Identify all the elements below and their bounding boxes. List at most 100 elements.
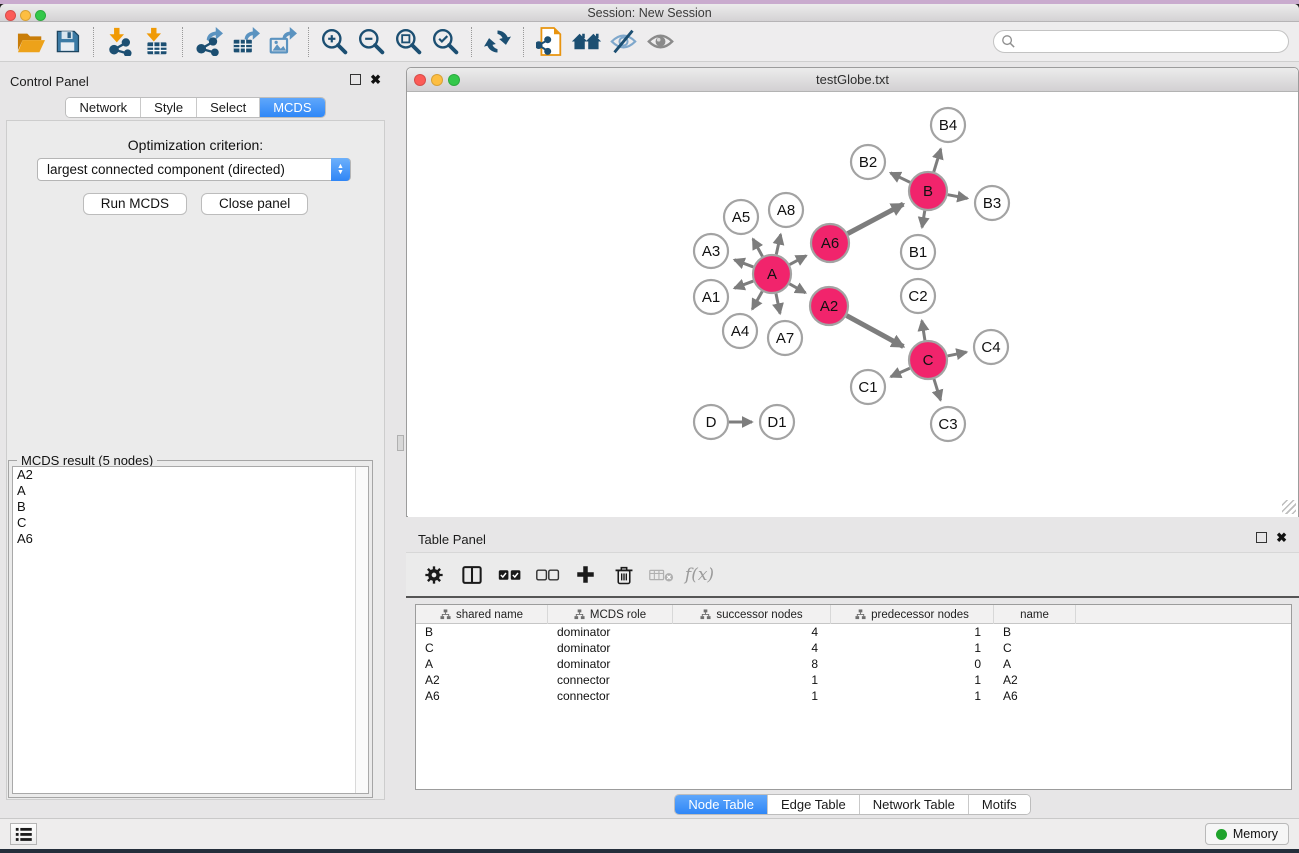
- task-history-button[interactable]: [10, 823, 37, 845]
- tab-mcds[interactable]: MCDS: [260, 98, 324, 117]
- network-window-titlebar[interactable]: testGlobe.txt: [407, 68, 1298, 92]
- add-column-button[interactable]: [572, 561, 599, 588]
- home-layout-button[interactable]: [568, 25, 605, 59]
- open-file-button[interactable]: [12, 25, 49, 59]
- zoom-fit-button[interactable]: [390, 25, 427, 59]
- edge-B-B1[interactable]: [922, 211, 925, 228]
- close-panel-button[interactable]: Close panel: [201, 193, 308, 215]
- search-input[interactable]: [993, 30, 1289, 53]
- mcds-result-item[interactable]: A: [13, 483, 368, 499]
- edge-A-A3[interactable]: [734, 260, 753, 267]
- column-header-label: name: [1020, 609, 1049, 621]
- mcds-result-item[interactable]: A2: [13, 467, 368, 483]
- edge-A-A7[interactable]: [776, 294, 780, 314]
- refresh-layout-button[interactable]: [479, 25, 516, 59]
- close-network-button[interactable]: [414, 74, 426, 86]
- edge-B-B3[interactable]: [948, 195, 968, 199]
- edge-C-C3[interactable]: [934, 379, 941, 400]
- minimize-network-button[interactable]: [431, 74, 443, 86]
- network-document-icon: [536, 27, 563, 56]
- tab-style[interactable]: Style: [141, 98, 197, 117]
- unselect-all-columns-button[interactable]: [534, 561, 561, 588]
- main-titlebar[interactable]: Session: New Session: [0, 4, 1299, 22]
- import-table-button[interactable]: [138, 25, 175, 59]
- window-resize-grip[interactable]: [1282, 500, 1296, 514]
- table-row[interactable]: Cdominator41C: [416, 640, 1291, 656]
- node-label-A6: A6: [821, 235, 839, 252]
- edge-A-A5[interactable]: [753, 239, 763, 256]
- apply-function-button[interactable]: f(x): [686, 561, 713, 588]
- float-panel-icon[interactable]: [350, 74, 361, 85]
- hide-selected-button[interactable]: [605, 25, 642, 59]
- edge-A-A6[interactable]: [790, 256, 807, 265]
- trash-icon: [614, 564, 634, 586]
- show-columns-button[interactable]: [458, 561, 485, 588]
- tab-select[interactable]: Select: [197, 98, 260, 117]
- table-row[interactable]: Adominator80A: [416, 656, 1291, 672]
- node-label-A: A: [767, 266, 777, 283]
- node-label-A8: A8: [777, 202, 795, 219]
- mcds-result-item[interactable]: A6: [13, 531, 368, 547]
- edge-B-B4[interactable]: [934, 149, 941, 172]
- optimization-criterion-select[interactable]: largest connected component (directed) ▲…: [37, 158, 351, 181]
- edge-A-A8[interactable]: [776, 234, 780, 254]
- tab-motifs[interactable]: Motifs: [969, 795, 1030, 814]
- panel-splitter-grip[interactable]: [397, 435, 404, 451]
- mcds-result-item[interactable]: B: [13, 499, 368, 515]
- column-header-label: successor nodes: [716, 609, 802, 621]
- edge-A-A1[interactable]: [734, 281, 753, 288]
- tab-edge-table[interactable]: Edge Table: [768, 795, 860, 814]
- edge-C-C2[interactable]: [922, 321, 925, 341]
- import-network-button[interactable]: [101, 25, 138, 59]
- network-document-button[interactable]: [531, 25, 568, 59]
- network-graph-canvas[interactable]: B4B2BB3A8A5A6A3B1AA1C2A2A4A7C4CC1C3DD1: [408, 93, 1298, 517]
- tab-network-table[interactable]: Network Table: [860, 795, 969, 814]
- column-header-shared-name[interactable]: shared name: [416, 605, 548, 624]
- zoom-in-button[interactable]: [316, 25, 353, 59]
- close-panel-icon[interactable]: ✖: [370, 74, 381, 85]
- cytoscape-main-window: Session: New Session: [0, 4, 1299, 845]
- zoom-network-button[interactable]: [448, 74, 460, 86]
- edge-B-B2[interactable]: [891, 173, 910, 182]
- column-header-mcds-role[interactable]: MCDS role: [548, 605, 673, 624]
- table-row[interactable]: A6connector11A6: [416, 688, 1291, 704]
- float-panel-icon[interactable]: [1256, 532, 1267, 543]
- run-mcds-button[interactable]: Run MCDS: [83, 193, 187, 215]
- mcds-result-item[interactable]: C: [13, 515, 368, 531]
- cell-shared-name: A6: [416, 688, 548, 704]
- zoom-selected-button[interactable]: [427, 25, 464, 59]
- select-all-columns-button[interactable]: [496, 561, 523, 588]
- tab-node-table[interactable]: Node Table: [675, 795, 768, 814]
- edge-A6-B[interactable]: [848, 204, 904, 234]
- edge-A2-C[interactable]: [847, 316, 904, 347]
- delete-columns-button[interactable]: [610, 561, 637, 588]
- edge-C-C4[interactable]: [948, 352, 967, 356]
- column-header-successor-nodes[interactable]: successor nodes: [673, 605, 831, 624]
- export-table-button[interactable]: [227, 25, 264, 59]
- table-row[interactable]: A2connector11A2: [416, 672, 1291, 688]
- tab-network[interactable]: Network: [66, 98, 141, 117]
- export-image-button[interactable]: [264, 25, 301, 59]
- column-header-predecessor-nodes[interactable]: predecessor nodes: [831, 605, 994, 624]
- zoom-window-button[interactable]: [35, 10, 46, 21]
- memory-button[interactable]: Memory: [1205, 823, 1289, 845]
- desktop: Session: New Session: [0, 0, 1299, 853]
- columns-icon: [461, 564, 483, 586]
- show-all-button[interactable]: [642, 25, 679, 59]
- edge-A-A4[interactable]: [752, 291, 762, 309]
- table-row[interactable]: Bdominator41B: [416, 624, 1291, 640]
- zoom-out-button[interactable]: [353, 25, 390, 59]
- close-panel-icon[interactable]: ✖: [1276, 532, 1287, 543]
- close-window-button[interactable]: [5, 10, 16, 21]
- delete-table-button[interactable]: [648, 561, 675, 588]
- minimize-window-button[interactable]: [20, 10, 31, 21]
- table-options-gear-button[interactable]: [420, 561, 447, 588]
- edge-C-C1[interactable]: [891, 368, 910, 377]
- node-label-A3: A3: [702, 243, 720, 260]
- save-session-button[interactable]: [49, 25, 86, 59]
- column-header-name[interactable]: name: [994, 605, 1076, 624]
- export-network-button[interactable]: [190, 25, 227, 59]
- edge-A-A2[interactable]: [789, 284, 805, 293]
- result-list-scrollbar[interactable]: [355, 467, 368, 793]
- network-window-title: testGlobe.txt: [407, 68, 1298, 92]
